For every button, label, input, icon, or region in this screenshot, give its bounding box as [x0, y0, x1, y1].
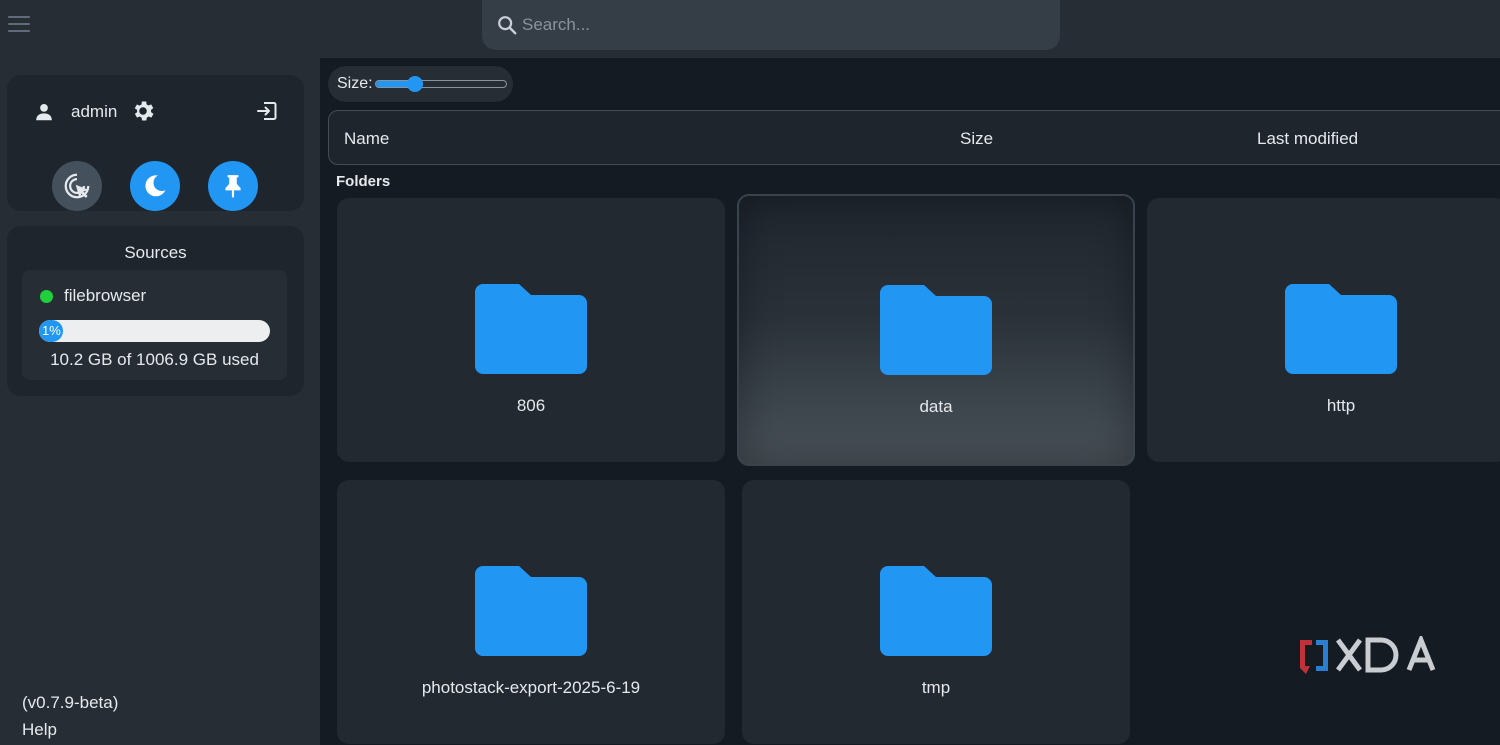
folder-name: 806	[516, 396, 546, 415]
column-size[interactable]: Size	[960, 129, 993, 149]
usage-percent: 1%	[42, 323, 61, 338]
folder-card[interactable]: http	[1147, 198, 1500, 462]
folder-icon	[475, 566, 587, 656]
search-bar[interactable]	[482, 0, 1060, 50]
list-header: Name Size Last modified	[328, 110, 1500, 165]
folder-name: http	[1326, 396, 1356, 415]
version-label: (v0.7.9-beta)	[22, 693, 119, 712]
hamburger-menu-icon[interactable]	[8, 14, 30, 34]
folder-name: data	[919, 397, 953, 416]
source-item[interactable]: filebrowser 1% 10.2 GB of 1006.9 GB used	[22, 270, 287, 380]
usage-text: 10.2 GB of 1006.9 GB used	[50, 350, 259, 369]
cursor-click-icon	[64, 173, 90, 199]
folder-card[interactable]: tmp	[742, 480, 1130, 744]
folder-icon	[475, 284, 587, 374]
size-label: Size:	[337, 75, 373, 92]
username: admin	[71, 102, 118, 121]
logout-icon[interactable]	[255, 99, 279, 123]
search-icon	[498, 16, 517, 35]
column-name[interactable]: Name	[344, 129, 389, 149]
top-bar	[0, 0, 1500, 58]
folder-name: tmp	[921, 678, 951, 697]
folder-icon	[880, 566, 992, 656]
pin-icon	[225, 175, 241, 198]
sources-panel: Sources filebrowser 1% 10.2 GB of 1006.9…	[7, 226, 304, 396]
size-slider[interactable]	[374, 76, 507, 92]
folders-section-label: Folders	[336, 173, 391, 190]
help-link[interactable]: Help	[22, 720, 57, 740]
person-icon	[36, 104, 52, 121]
folder-card[interactable]: photostack-export-2025-6-19	[337, 480, 725, 744]
gear-icon[interactable]	[130, 98, 156, 124]
sources-title: Sources	[124, 243, 187, 262]
moon-icon	[145, 175, 166, 197]
column-last-modified[interactable]: Last modified	[1257, 129, 1358, 149]
user-card: admin	[7, 75, 304, 211]
source-name: filebrowser	[64, 286, 147, 305]
size-control: Size:	[328, 66, 513, 102]
folder-card[interactable]: 806	[337, 198, 725, 462]
folder-icon	[1285, 284, 1397, 374]
pin-sidebar-button[interactable]	[208, 161, 258, 211]
status-dot-icon	[40, 290, 53, 303]
search-input[interactable]	[522, 15, 1042, 35]
folder-icon	[880, 285, 992, 375]
click-cursor-button[interactable]	[52, 161, 102, 211]
usage-progress-bar: 1%	[39, 320, 270, 342]
xda-logo-icon	[1300, 636, 1436, 674]
size-slider-thumb[interactable]	[406, 76, 423, 92]
sidebar: admin Sources filebrowser 1% 10.2 GB of …	[0, 58, 320, 745]
dark-mode-button[interactable]	[130, 161, 180, 211]
folder-name: photostack-export-2025-6-19	[421, 678, 641, 697]
folder-card[interactable]: data	[737, 194, 1135, 466]
